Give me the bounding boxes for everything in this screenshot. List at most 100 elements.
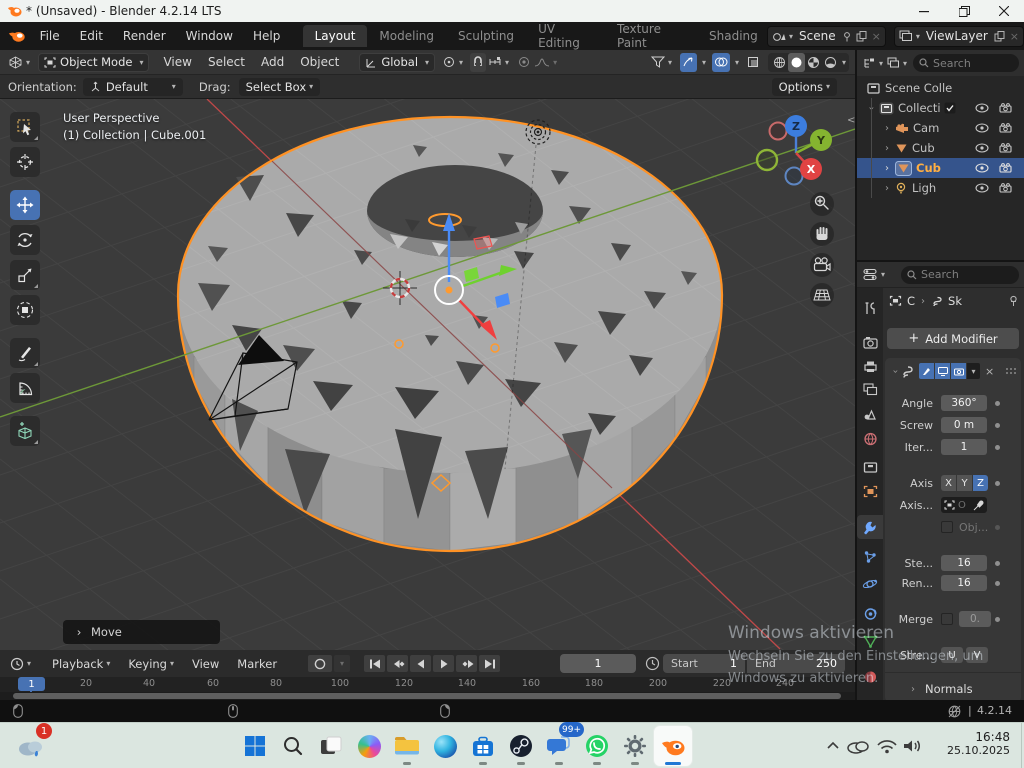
sidebar-collapse-icon[interactable]: < <box>847 115 855 126</box>
tab-constraints[interactable] <box>857 602 883 626</box>
hide-eye-icon[interactable] <box>975 183 989 193</box>
start-frame-field[interactable]: Start 1 <box>663 654 745 673</box>
animate-dot[interactable] <box>995 561 1000 566</box>
expand-icon[interactable]: › <box>881 143 893 154</box>
window-titlebar[interactable]: * (Unsaved) - Blender 4.2.14 LTS <box>0 0 1024 22</box>
prev-keyframe-button[interactable] <box>387 655 408 672</box>
pin-icon[interactable] <box>1008 295 1019 307</box>
outliner-search-input[interactable] <box>933 57 1003 70</box>
perspective-toggle-button[interactable] <box>810 283 834 307</box>
timeline-menu-marker[interactable]: Marker <box>228 650 286 677</box>
timeline-scrollbar-thumb[interactable] <box>13 693 841 699</box>
gizmos-dropdown[interactable]: ▾ <box>697 53 708 72</box>
mode-dropdown[interactable]: Object Mode▾ <box>38 53 149 72</box>
disable-render-icon[interactable] <box>999 103 1012 113</box>
expand-icon[interactable]: › <box>881 163 893 174</box>
tab-view-layer[interactable] <box>857 377 883 401</box>
file-explorer-button[interactable] <box>388 726 426 766</box>
angle-field[interactable]: 360° <box>941 395 987 411</box>
microsoft-store-button[interactable] <box>464 726 502 766</box>
disable-render-icon[interactable] <box>999 123 1012 133</box>
tab-output[interactable] <box>857 354 883 378</box>
minimize-button[interactable] <box>904 0 944 22</box>
modifier-extras-dropdown[interactable]: ▾ <box>967 363 980 379</box>
viewlayer-selector[interactable]: ▾ ViewLayer × <box>894 26 1024 47</box>
animate-dot[interactable] <box>995 423 1000 428</box>
proportional-editing-toggle[interactable] <box>516 53 532 72</box>
axis-y-button[interactable]: Y <box>957 475 972 491</box>
outliner-row-cube[interactable]: › Cub <box>857 138 1024 158</box>
screw-field[interactable]: 0 m <box>941 417 987 433</box>
chat-teams-button[interactable]: 99+ <box>540 726 578 766</box>
outliner-filter-button[interactable]: ▾ <box>885 54 909 73</box>
toggle-render[interactable] <box>951 363 966 379</box>
tab-render[interactable] <box>857 330 883 354</box>
selectability-filter-dropdown[interactable]: ▾ <box>649 53 674 72</box>
axis-x-button[interactable]: X <box>941 475 956 491</box>
tool-annotate[interactable] <box>10 338 40 368</box>
unlink-scene-icon[interactable]: × <box>872 30 881 43</box>
settings-button[interactable] <box>616 726 654 766</box>
tab-tool[interactable] <box>857 296 883 320</box>
expand-icon[interactable]: › <box>881 183 893 194</box>
gizmo-plane-xz[interactable] <box>474 236 492 249</box>
viewport-menu-select[interactable]: Select <box>200 50 253 75</box>
playhead[interactable]: 1 <box>18 677 45 691</box>
tab-scene[interactable] <box>857 402 883 426</box>
menu-edit[interactable]: Edit <box>70 22 113 50</box>
steps-field[interactable]: 16 <box>941 555 987 571</box>
tool-cursor[interactable] <box>10 147 40 177</box>
tool-scale[interactable] <box>10 260 40 290</box>
panel-collapse-icon[interactable]: › <box>890 365 901 377</box>
eyedropper-icon[interactable] <box>973 500 984 511</box>
tool-transform[interactable] <box>10 295 40 325</box>
auto-key-dropdown[interactable]: ▾ <box>334 655 350 672</box>
tab-modifiers-active[interactable] <box>857 515 883 539</box>
tab-world[interactable] <box>857 427 883 451</box>
delete-modifier-icon[interactable]: × <box>985 365 994 378</box>
merge-checkbox[interactable] <box>941 613 953 625</box>
viewport-3d[interactable]: Z Y X < User Perspective (1) Collection … <box>0 99 855 650</box>
animate-dot[interactable] <box>995 581 1000 586</box>
tool-select-box[interactable] <box>10 112 40 142</box>
edge-button[interactable] <box>426 726 464 766</box>
current-frame-field[interactable]: 1 <box>560 654 636 673</box>
drag-handle-icon[interactable] <box>1005 367 1017 375</box>
nav-axis-minus-y[interactable] <box>757 150 777 170</box>
outliner-display-mode-button[interactable]: ▾ <box>861 54 885 73</box>
weather-widget[interactable]: 1 <box>12 726 50 766</box>
shading-rendered-button[interactable] <box>822 53 839 72</box>
workspace-tab-texture-paint[interactable]: Texture Paint <box>605 25 697 47</box>
zoom-button[interactable] <box>810 192 834 216</box>
timeline-menu-keying[interactable]: Keying▾ <box>119 650 183 677</box>
tab-particles[interactable] <box>857 545 883 569</box>
tab-material[interactable] <box>857 665 883 689</box>
timeline-menu-view[interactable]: View <box>183 650 228 677</box>
expand-icon[interactable]: › <box>881 123 893 134</box>
menu-window[interactable]: Window <box>176 22 243 50</box>
animate-dot[interactable] <box>995 445 1000 450</box>
merge-threshold-field[interactable]: 0. <box>959 611 991 627</box>
editor-type-button[interactable]: ▾ <box>6 53 32 72</box>
play-reverse-button[interactable] <box>410 655 431 672</box>
viewport-canvas[interactable]: Z Y X < <box>0 99 855 650</box>
disable-render-icon[interactable] <box>999 143 1012 153</box>
stretch-u-button[interactable]: U <box>941 647 963 663</box>
workspace-tab-layout[interactable]: Layout <box>303 25 368 47</box>
tab-physics[interactable] <box>857 572 883 596</box>
tab-object-data[interactable] <box>857 629 883 653</box>
pin-icon[interactable] <box>842 31 852 42</box>
hide-eye-icon[interactable] <box>975 103 989 113</box>
properties-editor-type-button[interactable]: ▾ <box>861 265 887 284</box>
outliner-row-collection[interactable]: › Collecti <box>857 98 1024 118</box>
outliner-search[interactable] <box>913 54 1019 72</box>
tool-measure[interactable] <box>10 373 40 403</box>
restore-button[interactable] <box>944 0 984 22</box>
nav-axis-minus-z[interactable] <box>786 168 803 185</box>
scene-selector[interactable]: ▾ Scene × <box>767 26 886 47</box>
object-screw-checkbox[interactable] <box>941 521 953 533</box>
snap-target-dropdown[interactable]: ▾ <box>486 53 511 72</box>
onedrive-icon[interactable] <box>844 738 874 754</box>
stretch-v-button[interactable]: V <box>966 647 988 663</box>
axis-z-button[interactable]: Z <box>973 475 988 491</box>
